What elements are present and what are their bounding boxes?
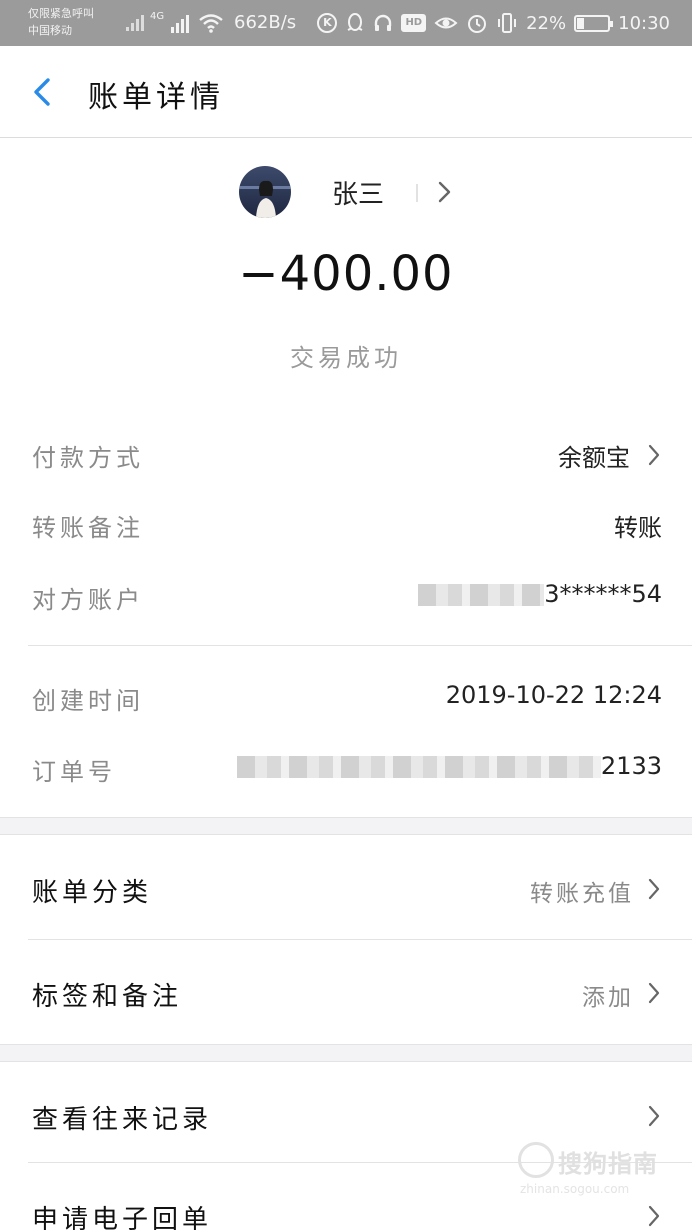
payment-method-label: 付款方式 [32,444,144,472]
status-bar: 仅限紧急呼叫 中国移动 4G 662B/s K HD 22% 10:30 [0,0,692,46]
payment-method-value: 余额宝 [558,444,630,472]
remark-label: 转账备注 [32,514,144,542]
alarm-icon [468,15,487,33]
remark-row: 转账备注 转账 [0,500,692,550]
tags-remarks-label: 标签和备注 [32,982,183,1012]
tags-remarks-value: 添加 [582,985,634,1011]
k-app-icon: K [317,13,338,33]
network-type-label: 4G [150,11,165,22]
status-icons: K HD 22% 10:30 [317,9,670,37]
bill-category-value: 转账充值 [530,881,634,907]
blurred-account-prefix [418,584,545,606]
watermark-text: 搜狗指南 [558,1150,658,1178]
eye-icon [434,17,458,29]
chevron-right-icon [648,982,660,1004]
carrier-name: 中国移动 [28,24,72,37]
hd-icon: HD [401,14,427,32]
tags-remarks-row[interactable]: 标签和备注 添加 [0,940,692,1044]
headphones-icon [375,14,392,31]
remark-value: 转账 [614,514,662,542]
payee-name[interactable]: 张三 [332,174,384,211]
back-arrow-icon[interactable] [26,74,60,110]
order-number-value: 2133 [600,752,662,780]
clock: 10:30 [618,12,670,34]
created-time-value: 2019-10-22 12:24 [445,681,662,709]
sogou-logo-icon [518,1142,554,1178]
battery-fill [577,17,585,29]
order-number-row: 订单号 2133 [0,744,692,794]
payment-method-row[interactable]: 付款方式 余额宝 [0,430,692,480]
section-divider [28,645,692,646]
carrier-info: 仅限紧急呼叫 中国移动 [28,5,120,39]
chevron-right-icon [648,878,660,900]
bill-category-label: 账单分类 [32,878,153,908]
no-sim-signal-icon [126,15,144,31]
account-value: 3******54 [544,580,662,608]
order-number-wrapper: 2133 [236,752,662,780]
blurred-order-prefix [236,756,601,778]
page-title: 账单详情 [88,80,224,115]
e-receipt-label: 申请电子回单 [32,1205,213,1230]
signal-strength-icon [171,15,190,33]
chevron-right-icon [648,1105,660,1127]
payee-separator [416,184,418,202]
account-value-wrapper: 3******54 [418,580,662,608]
payee-avatar[interactable] [239,166,291,218]
watermark-url: zhinan.sogou.com [520,1182,630,1196]
signal-group: 4G [124,10,224,36]
section-gap [0,1044,692,1062]
bill-category-row[interactable]: 账单分类 转账充值 [0,836,692,940]
account-row: 对方账户 3******54 [0,572,692,622]
vibrate-icon [498,13,517,33]
nav-header: 账单详情 [0,46,692,138]
battery-icon [574,14,614,32]
transaction-amount: −400.00 [238,246,454,302]
qq-icon [347,13,363,31]
section-gap [0,817,692,835]
view-history-label: 查看往来记录 [32,1105,213,1135]
sogou-watermark: 搜狗指南 zhinan.sogou.com [514,1138,674,1210]
account-label: 对方账户 [32,586,144,614]
chevron-right-icon[interactable] [434,177,454,207]
wifi-icon [199,14,223,33]
battery-percent: 22% [526,12,567,34]
chevron-right-icon [648,444,660,466]
transaction-status: 交易成功 [290,344,402,372]
created-time-label: 创建时间 [32,687,144,715]
avatar-image [239,166,291,218]
carrier-emergency-text: 仅限紧急呼叫 [28,7,94,20]
order-number-label: 订单号 [32,758,116,786]
net-speed: 662B/s [234,12,297,33]
created-time-row: 创建时间 2019-10-22 12:24 [0,673,692,723]
